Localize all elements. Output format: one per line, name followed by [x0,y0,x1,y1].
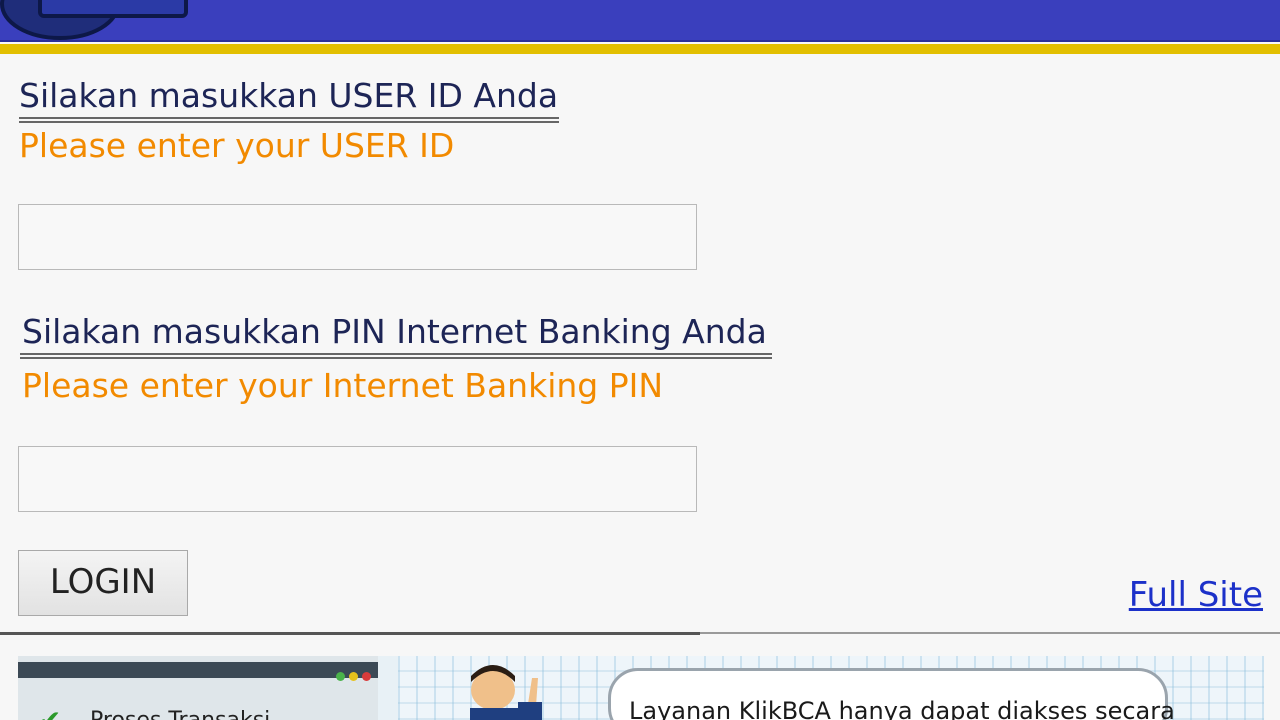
window-dot-icon [336,672,345,681]
banner-left-text: Proses Transaksi [90,708,270,720]
notice-bubble: Layanan KlikBCA hanya dapat diakses seca… [608,668,1175,720]
person-illustration [470,665,542,720]
check-icon: ✔ [38,704,61,720]
promo-banner[interactable]: ✔ Proses Transaksi Layanan KlikBCA hanya… [18,656,1264,720]
window-dot-icon [362,672,371,681]
userid-heading-underline [19,117,559,119]
divider [700,632,1280,634]
window-dot-icon [349,672,358,681]
userid-heading: Silakan masukkan USER ID Anda [19,76,559,115]
pin-heading-underline [20,353,772,355]
pin-subheading: Please enter your Internet Banking PIN [22,366,664,405]
banner-left-panel: ✔ Proses Transaksi [18,656,378,720]
bank-logo-icon [0,0,190,40]
userid-input[interactable] [18,204,697,270]
window-titlebar [18,662,378,681]
notice-text: Layanan KlikBCA hanya dapat diakses seca… [629,697,1175,720]
divider [0,632,700,635]
login-button[interactable]: LOGIN [18,550,188,616]
userid-subheading: Please enter your USER ID [19,126,455,165]
header-accent-line [0,44,1280,54]
pin-input[interactable] [18,446,697,512]
full-site-link[interactable]: Full Site [1129,575,1263,615]
header-bar [0,0,1280,42]
pin-heading: Silakan masukkan PIN Internet Banking An… [22,312,767,351]
